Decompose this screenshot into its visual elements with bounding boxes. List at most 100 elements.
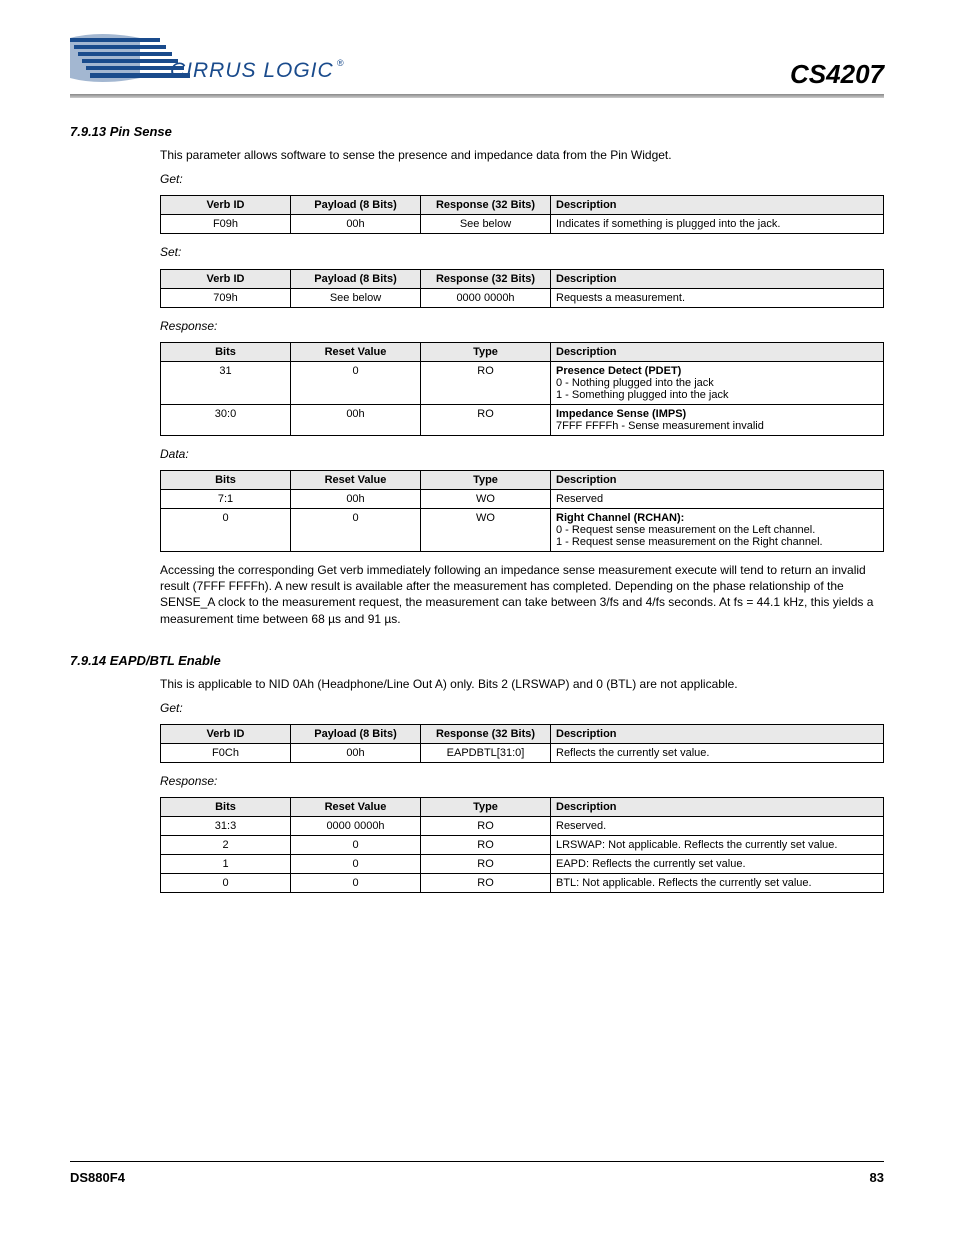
td: 2 [161,836,291,855]
th: Bits [161,342,291,361]
th: Payload (8 Bits) [291,725,421,744]
section-intro-2: This is applicable to NID 0Ah (Headphone… [160,676,884,692]
table-row: 1 0 RO EAPD: Reflects the currently set … [161,855,884,874]
th: Bits [161,470,291,489]
td: Indicates if something is plugged into t… [551,215,884,234]
table-header-row: Bits Reset Value Type Description [161,470,884,489]
th: Description [551,798,884,817]
section-title-pin-sense: 7.9.13 Pin Sense [70,124,884,139]
td: Right Channel (RCHAN):0 - Request sense … [551,508,884,551]
set-label: Set: [160,244,884,260]
table-header-row: Verb ID Payload (8 Bits) Response (32 Bi… [161,269,884,288]
td: RO [421,855,551,874]
table-header-row: Bits Reset Value Type Description [161,798,884,817]
response-table-1: Bits Reset Value Type Description 31 0 R… [160,342,884,436]
td: 0 [291,836,421,855]
table-row: 2 0 RO LRSWAP: Not applicable. Reflects … [161,836,884,855]
get-label-2: Get: [160,700,884,716]
table-header-row: Verb ID Payload (8 Bits) Response (32 Bi… [161,725,884,744]
td: Requests a measurement. [551,288,884,307]
th: Description [551,269,884,288]
th: Description [551,725,884,744]
td: RO [421,874,551,893]
th: Response (32 Bits) [421,725,551,744]
doc-id: DS880F4 [70,1170,125,1185]
td: 30:0 [161,404,291,435]
td: BTL: Not applicable. Reflects the curren… [551,874,884,893]
td: Impedance Sense (IMPS)7FFF FFFFh - Sense… [551,404,884,435]
th: Verb ID [161,269,291,288]
part-number: CS4207 [790,59,884,90]
desc-title: Presence Detect (PDET) [556,365,681,377]
svg-text:CIRRUS LOGIC: CIRRUS LOGIC [170,59,334,82]
td: WO [421,489,551,508]
td: 7:1 [161,489,291,508]
table-row: F0Ch 00h EAPDBTL[31:0] Reflects the curr… [161,744,884,763]
td: 00h [291,215,421,234]
section-intro: This parameter allows software to sense … [160,147,884,163]
table-row: 7:1 00h WO Reserved [161,489,884,508]
page-number: 83 [870,1170,884,1185]
td: RO [421,361,551,404]
svg-text:®: ® [337,58,344,68]
td: WO [421,508,551,551]
table-row: 0 0 WO Right Channel (RCHAN):0 - Request… [161,508,884,551]
td: EAPD: Reflects the currently set value. [551,855,884,874]
th: Description [551,196,884,215]
td: 0 [161,874,291,893]
get-table-2: Verb ID Payload (8 Bits) Response (32 Bi… [160,724,884,763]
th: Type [421,798,551,817]
th: Payload (8 Bits) [291,196,421,215]
td: RO [421,817,551,836]
page-footer: DS880F4 83 [70,1161,884,1185]
td: 31:3 [161,817,291,836]
th: Response (32 Bits) [421,269,551,288]
table-header-row: Verb ID Payload (8 Bits) Response (32 Bi… [161,196,884,215]
data-label: Data: [160,446,884,462]
desc-title: Right Channel (RCHAN): [556,512,684,524]
table-row: F09h 00h See below Indicates if somethin… [161,215,884,234]
table-row: 31:3 0000 0000h RO Reserved. [161,817,884,836]
td: 31 [161,361,291,404]
table-row: 31 0 RO Presence Detect (PDET)0 - Nothin… [161,361,884,404]
td: See below [291,288,421,307]
th: Bits [161,798,291,817]
td: 0 [161,508,291,551]
td: LRSWAP: Not applicable. Reflects the cur… [551,836,884,855]
table-row: 30:0 00h RO Impedance Sense (IMPS)7FFF F… [161,404,884,435]
get-label: Get: [160,171,884,187]
header-divider [70,94,884,98]
table-header-row: Bits Reset Value Type Description [161,342,884,361]
td: Presence Detect (PDET)0 - Nothing plugge… [551,361,884,404]
td: 0 [291,508,421,551]
td: Reserved. [551,817,884,836]
td: RO [421,404,551,435]
table-row: 0 0 RO BTL: Not applicable. Reflects the… [161,874,884,893]
td: 709h [161,288,291,307]
cirrus-logic-logo: CIRRUS LOGIC ® [70,30,350,90]
get-table-1: Verb ID Payload (8 Bits) Response (32 Bi… [160,195,884,234]
section-note: Accessing the corresponding Get verb imm… [160,562,884,627]
td: See below [421,215,551,234]
th: Reset Value [291,470,421,489]
table-row: 709h See below 0000 0000h Requests a mea… [161,288,884,307]
td: EAPDBTL[31:0] [421,744,551,763]
td: RO [421,836,551,855]
td: 0 [291,855,421,874]
response-label: Response: [160,318,884,334]
th: Payload (8 Bits) [291,269,421,288]
td: Reserved [551,489,884,508]
th: Description [551,342,884,361]
th: Verb ID [161,196,291,215]
td: Reflects the currently set value. [551,744,884,763]
th: Reset Value [291,798,421,817]
th: Verb ID [161,725,291,744]
td: 00h [291,489,421,508]
td: 0000 0000h [421,288,551,307]
td: F09h [161,215,291,234]
td: 0 [291,361,421,404]
td: F0Ch [161,744,291,763]
th: Response (32 Bits) [421,196,551,215]
th: Reset Value [291,342,421,361]
td: 0000 0000h [291,817,421,836]
